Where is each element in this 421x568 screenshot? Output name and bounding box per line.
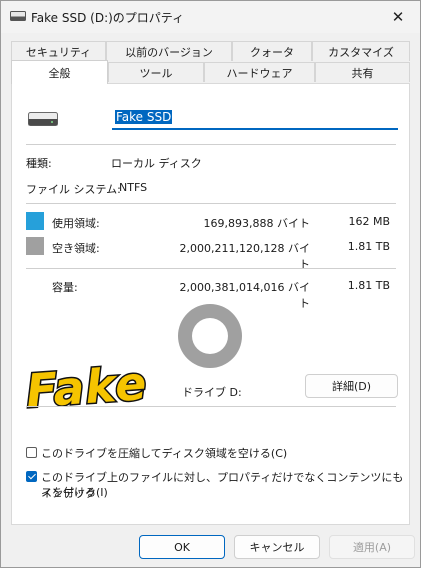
- general-panel: Fake SSD 種類: ローカル ディスク ファイル システム: NTFS 使…: [11, 83, 410, 525]
- apply-button[interactable]: 適用(A): [329, 535, 415, 559]
- tab-customize[interactable]: カスタマイズ: [312, 41, 410, 61]
- drive-icon: [10, 11, 26, 21]
- free-space-size: 1.81 TB: [347, 240, 390, 253]
- tab-previous-versions[interactable]: 以前のバージョン: [106, 41, 232, 61]
- free-space-label: 空き領域:: [52, 242, 100, 255]
- used-space-label: 使用領域:: [52, 217, 100, 230]
- details-button[interactable]: 詳細(D): [305, 374, 398, 398]
- cancel-button[interactable]: キャンセル: [234, 535, 320, 559]
- drive-large-icon: [28, 112, 58, 126]
- ok-button[interactable]: OK: [139, 535, 225, 559]
- tab-security[interactable]: セキュリティ: [11, 41, 106, 61]
- divider: [26, 406, 396, 407]
- free-slice: [178, 304, 242, 368]
- filesystem-value: NTFS: [119, 181, 148, 194]
- tab-quota[interactable]: クォータ: [232, 41, 312, 61]
- divider: [26, 144, 396, 145]
- used-space-swatch: [26, 212, 44, 230]
- compress-label[interactable]: このドライブを圧縮してディスク領域を空ける(C): [41, 445, 287, 461]
- divider: [26, 203, 396, 204]
- index-checkbox[interactable]: [26, 471, 37, 482]
- free-space-swatch: [26, 237, 44, 255]
- tab-general[interactable]: 全般: [11, 60, 108, 84]
- capacity-size: 1.81 TB: [347, 279, 390, 292]
- drive-letter-label: ドライブ D:: [182, 386, 242, 399]
- usage-donut-chart: [178, 304, 242, 368]
- type-label: 種類:: [26, 157, 52, 170]
- fake-overlay-text: Fake: [23, 354, 151, 419]
- used-space-bytes: 169,893,888 バイト: [203, 217, 310, 230]
- type-value: ローカル ディスク: [111, 157, 202, 170]
- capacity-label: 容量:: [52, 281, 78, 294]
- drive-name-input[interactable]: Fake SSD: [112, 106, 398, 130]
- filesystem-label: ファイル システム:: [26, 183, 121, 196]
- close-button[interactable]: ✕: [376, 1, 420, 33]
- tab-sharing[interactable]: 共有: [315, 62, 410, 82]
- divider: [26, 268, 396, 269]
- window-title: Fake SSD (D:)のプロパティ: [31, 11, 185, 25]
- properties-window: Fake SSD (D:)のプロパティ ✕ セキュリティ 以前のバージョン クォ…: [0, 0, 421, 568]
- tab-hardware[interactable]: ハードウェア: [204, 62, 315, 82]
- index-label-line2[interactable]: スを付ける(I): [41, 484, 108, 500]
- compress-checkbox[interactable]: [26, 447, 37, 458]
- title-bar[interactable]: Fake SSD (D:)のプロパティ ✕: [1, 1, 420, 33]
- drive-name-selection: Fake SSD: [115, 110, 173, 124]
- tab-tools[interactable]: ツール: [108, 62, 204, 82]
- used-space-size: 162 MB: [348, 215, 390, 228]
